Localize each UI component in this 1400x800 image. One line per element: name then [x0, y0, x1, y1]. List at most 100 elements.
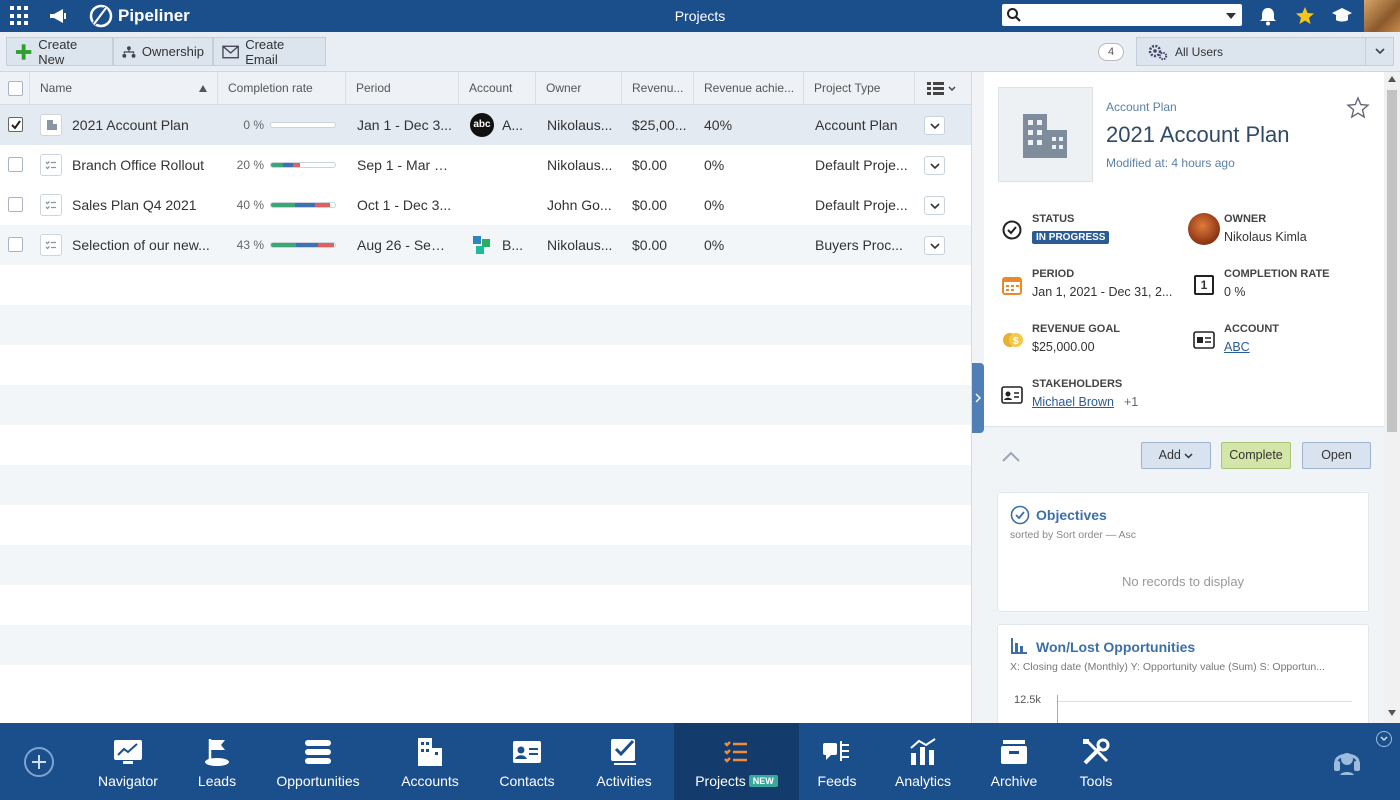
create-new-button[interactable]: Create New	[6, 37, 113, 66]
row-checkbox-checked[interactable]	[8, 117, 23, 132]
nav-accounts[interactable]: Accounts	[392, 723, 468, 800]
project-account[interactable]: B...	[502, 225, 532, 265]
revenue-goal-value: $25,000.00	[1032, 340, 1095, 354]
project-name[interactable]: Sales Plan Q4 2021	[72, 185, 212, 225]
column-header-revenue[interactable]: Revenu...	[622, 72, 694, 105]
project-period: Sep 1 - Mar 1...	[357, 145, 452, 185]
graduation-cap-icon[interactable]	[1331, 5, 1353, 27]
empty-row	[0, 465, 971, 505]
nav-feeds[interactable]: Feeds	[806, 723, 868, 800]
column-header-owner[interactable]: Owner	[536, 72, 622, 105]
table-row[interactable]: Selection of our new... 43 % Aug 26 - Se…	[0, 225, 971, 265]
quick-add-button[interactable]	[24, 747, 54, 777]
collapse-panel-handle[interactable]	[972, 363, 984, 433]
nav-analytics[interactable]: Analytics	[886, 723, 960, 800]
complete-button[interactable]: Complete	[1221, 442, 1291, 469]
stakeholders-more[interactable]: +1	[1124, 395, 1138, 409]
users-filter-select[interactable]: All Users	[1136, 37, 1394, 66]
svg-text:$: $	[1013, 336, 1019, 347]
panel-splitter[interactable]	[971, 72, 984, 723]
nav-label: Leads	[186, 773, 248, 789]
column-header-period[interactable]: Period	[346, 72, 459, 105]
scroll-up-arrow-icon[interactable]	[1388, 76, 1396, 82]
row-expand-button[interactable]	[924, 196, 945, 215]
table-row[interactable]: Branch Office Rollout 20 % Sep 1 - Mar 1…	[0, 145, 971, 185]
nav-projects[interactable]: ProjectsNEW	[674, 723, 799, 800]
chart-y-tick: 12.5k	[1014, 694, 1041, 706]
project-account[interactable]: A...	[502, 105, 532, 145]
nav-leads[interactable]: Leads	[186, 723, 248, 800]
plus-icon	[32, 755, 46, 769]
row-expand-button[interactable]	[924, 156, 945, 175]
row-checkbox[interactable]	[8, 197, 23, 212]
task-checklist-icon	[609, 737, 639, 767]
column-header-name[interactable]: Name	[30, 72, 218, 105]
project-period: Oct 1 - Dec 3...	[357, 185, 452, 225]
won-lost-title: Won/Lost Opportunities	[1036, 639, 1195, 655]
bell-icon[interactable]	[1257, 5, 1279, 27]
flag-icon	[202, 737, 232, 767]
projects-grid: Name Completion rate Period Account Owne…	[0, 72, 971, 723]
users-filter-dropdown[interactable]	[1365, 38, 1393, 65]
column-header-completion[interactable]: Completion rate	[218, 72, 346, 105]
project-name[interactable]: Selection of our new...	[72, 225, 212, 265]
chevron-up-icon[interactable]	[1002, 451, 1020, 462]
chevron-down-icon[interactable]	[1226, 13, 1236, 19]
scroll-down-arrow-icon[interactable]	[1388, 710, 1396, 716]
nav-activities[interactable]: Activities	[586, 723, 662, 800]
apps-grid-icon[interactable]	[10, 6, 30, 26]
stakeholder-link[interactable]: Michael Brown	[1032, 395, 1114, 409]
completion-progress-bar	[270, 162, 336, 168]
row-checkbox[interactable]	[8, 237, 23, 252]
table-row[interactable]: 2021 Account Plan 0 % Jan 1 - Dec 3... a…	[0, 105, 971, 145]
favorite-star-icon[interactable]	[1346, 96, 1370, 120]
project-name[interactable]: 2021 Account Plan	[72, 105, 212, 145]
select-all-checkbox[interactable]	[8, 81, 23, 96]
building-icon	[998, 87, 1093, 182]
collapse-nav-button[interactable]	[1376, 731, 1392, 747]
project-type: Default Proje...	[815, 145, 913, 185]
sort-asc-icon	[199, 85, 207, 92]
account-link[interactable]: ABC	[1224, 340, 1250, 354]
nav-label: Archive	[982, 773, 1046, 789]
column-header-project-type[interactable]: Project Type	[804, 72, 915, 105]
nav-navigator[interactable]: Navigator	[90, 723, 166, 800]
owner-avatar	[1188, 213, 1220, 245]
nav-contacts[interactable]: Contacts	[490, 723, 564, 800]
nav-label: Tools	[1066, 773, 1126, 789]
row-checkbox[interactable]	[8, 157, 23, 172]
column-header-account[interactable]: Account	[459, 72, 536, 105]
global-search[interactable]	[1002, 4, 1242, 26]
scrollbar-thumb[interactable]	[1387, 90, 1397, 432]
user-avatar[interactable]	[1364, 0, 1400, 32]
create-email-button[interactable]: Create Email	[213, 37, 326, 66]
period-label: PERIOD	[1032, 268, 1074, 280]
star-icon[interactable]	[1294, 5, 1316, 27]
app-logo[interactable]: Pipeliner	[88, 4, 190, 28]
nav-opportunities[interactable]: Opportunities	[268, 723, 368, 800]
chevron-down-icon	[930, 163, 940, 170]
column-settings-button[interactable]	[915, 72, 971, 105]
plus-icon	[15, 43, 32, 61]
megaphone-icon[interactable]	[48, 6, 68, 26]
nav-archive[interactable]: Archive	[982, 723, 1046, 800]
chevron-down-icon	[1184, 453, 1193, 459]
open-button[interactable]: Open	[1302, 442, 1371, 469]
detail-scrollbar[interactable]	[1384, 72, 1400, 723]
chart-y-axis	[1057, 695, 1058, 723]
project-revenue-achieved: 0%	[704, 185, 794, 225]
nav-label: Contacts	[490, 773, 564, 789]
support-headset-icon[interactable]	[1332, 745, 1362, 777]
project-name[interactable]: Branch Office Rollout	[72, 145, 212, 185]
nav-tools[interactable]: Tools	[1066, 723, 1126, 800]
ownership-button[interactable]: Ownership	[113, 37, 213, 66]
modified-label: Modified at:	[1106, 156, 1168, 170]
column-header-revenue-achieved[interactable]: Revenue achie...	[694, 72, 804, 105]
row-expand-button[interactable]	[924, 116, 945, 135]
project-revenue: $0.00	[632, 225, 690, 265]
objectives-empty-message: No records to display	[998, 574, 1368, 589]
add-button-label: Add	[1159, 448, 1181, 462]
table-row[interactable]: Sales Plan Q4 2021 40 % Oct 1 - Dec 3...…	[0, 185, 971, 225]
row-expand-button[interactable]	[924, 236, 945, 255]
add-button[interactable]: Add	[1141, 442, 1211, 469]
